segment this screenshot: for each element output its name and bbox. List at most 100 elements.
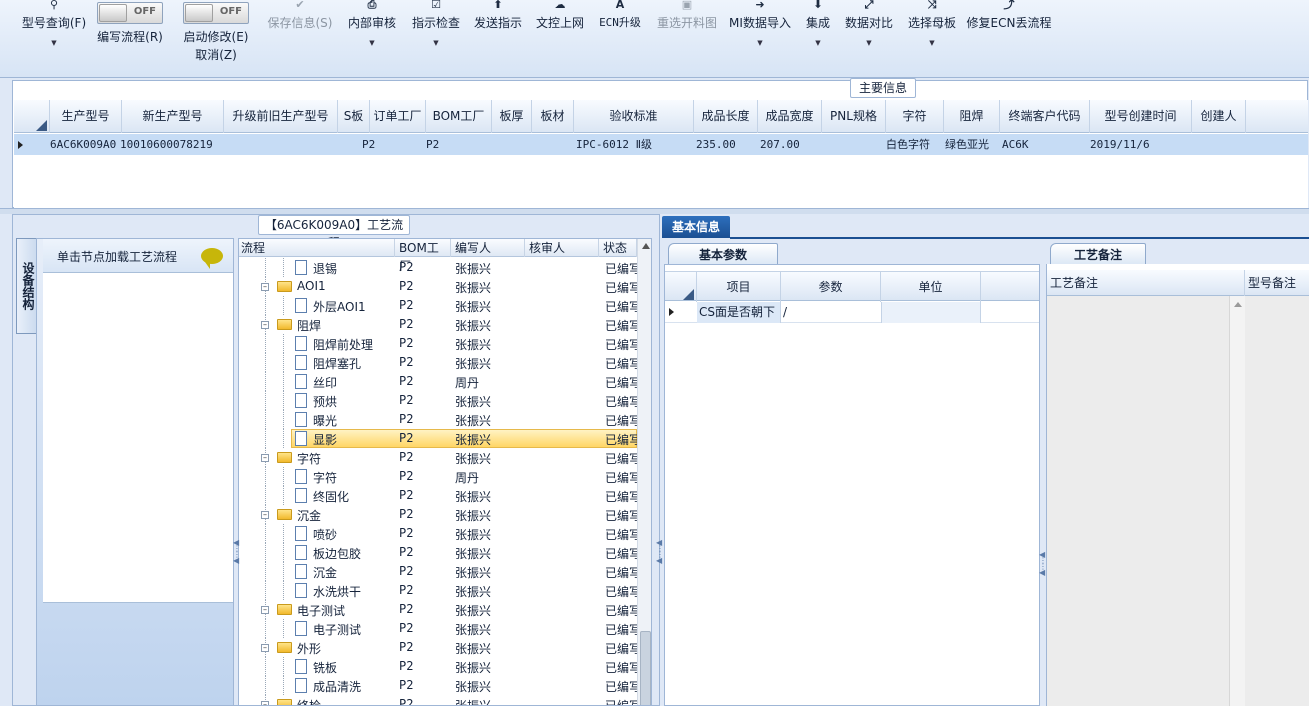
tree-row[interactable]: –终检P2张振兴已编写: [239, 695, 637, 705]
repair-ecn-button[interactable]: ⤴ 修复ECN丢流程: [966, 0, 1052, 70]
tree-row[interactable]: 丝印P2周丹已编写: [239, 372, 637, 391]
splitter-grip-icon[interactable]: ◀⋮⋮◀: [1039, 551, 1047, 577]
tree-row[interactable]: –电子测试P2张振兴已编写: [239, 600, 637, 619]
col-bom-factory[interactable]: BOM工厂: [395, 239, 451, 273]
col-width[interactable]: 成品宽度: [758, 100, 822, 133]
tree-row[interactable]: 预烘P2张振兴已编写: [239, 391, 637, 410]
collapse-icon[interactable]: –: [261, 644, 269, 652]
doc-control-upload-button[interactable]: ☁ 文控上网: [532, 0, 588, 70]
collapse-icon[interactable]: –: [261, 283, 269, 291]
select-motherboard-button[interactable]: ⤨ 选择母板 ▼: [904, 0, 960, 70]
col-order-factory[interactable]: 订单工厂: [370, 100, 426, 133]
checkbox-icon: ☑: [431, 0, 441, 11]
col-process[interactable]: 流程: [239, 239, 395, 257]
table-row[interactable]: CS面是否朝下 /: [665, 302, 1039, 323]
tree-row[interactable]: 阻焊前处理P2张振兴已编写: [239, 334, 637, 353]
col-old-model[interactable]: 升级前旧生产型号: [224, 100, 338, 133]
tree-row[interactable]: –外形P2张振兴已编写: [239, 638, 637, 657]
col-customer[interactable]: 终端客户代码: [1000, 100, 1090, 133]
tree-row[interactable]: 成品清洗P2张振兴已编写: [239, 676, 637, 695]
grid-corner[interactable]: [665, 272, 697, 302]
splitter-grip-icon[interactable]: ◀⋮⋮◀: [656, 539, 664, 565]
integrate-button[interactable]: ⬇ 集成 ▼: [800, 0, 836, 70]
tab-basic-info[interactable]: 基本信息: [662, 216, 730, 238]
send-instruction-button[interactable]: ⬆ 发送指示: [470, 0, 526, 70]
collapse-icon[interactable]: –: [261, 701, 269, 705]
col-bom-factory[interactable]: BOM工厂: [426, 100, 492, 133]
col-solder[interactable]: 阻焊: [944, 100, 1000, 133]
tree-row[interactable]: 外层AOI1P2张振兴已编写: [239, 296, 637, 315]
cancel-button[interactable]: 取消(Z): [180, 46, 252, 63]
process-note-text[interactable]: [1047, 296, 1245, 706]
wrench-icon: ⤴: [1003, 0, 1015, 11]
col-item[interactable]: 项目: [697, 272, 781, 302]
collapse-icon[interactable]: –: [261, 511, 269, 519]
collapse-icon[interactable]: –: [261, 606, 269, 614]
equipment-tree[interactable]: [43, 273, 233, 603]
start-modify-toggle[interactable]: OFF: [183, 2, 249, 24]
reselect-cutmap-button[interactable]: ▣ 重选开料图: [652, 0, 722, 70]
tab-equipment-structure[interactable]: 设备结构: [16, 238, 38, 334]
table-row[interactable]: 6AC6K009A0 10010600078219 P2 P2 IPC-6012…: [14, 134, 1308, 155]
tree-row[interactable]: 沉金P2张振兴已编写: [239, 562, 637, 581]
col-standard[interactable]: 验收标准: [574, 100, 694, 133]
param-value[interactable]: /: [783, 302, 879, 323]
tree-row[interactable]: 显影P2张振兴已编写: [239, 429, 637, 448]
corner-icon: [683, 289, 694, 300]
tree-row[interactable]: 喷砂P2张振兴已编写: [239, 524, 637, 543]
tree-row[interactable]: 电子测试P2张振兴已编写: [239, 619, 637, 638]
collapse-icon[interactable]: –: [261, 321, 269, 329]
mi-data-import-button[interactable]: ➜ MI数据导入 ▼: [726, 0, 794, 70]
tree-row[interactable]: 退锡P2张振兴已编写: [239, 258, 637, 277]
internal-audit-button[interactable]: ⎙ 内部审核 ▼: [344, 0, 400, 70]
col-created[interactable]: 型号创建时间: [1090, 100, 1192, 133]
tree-row[interactable]: 铣板P2张振兴已编写: [239, 657, 637, 676]
unit-value[interactable]: [881, 302, 981, 323]
col-material[interactable]: 板材: [532, 100, 574, 133]
col-unit[interactable]: 单位: [881, 272, 981, 302]
tree-row[interactable]: 水洗烘干P2张振兴已编写: [239, 581, 637, 600]
col-length[interactable]: 成品长度: [694, 100, 758, 133]
tree-row[interactable]: 阻焊塞孔P2张振兴已编写: [239, 353, 637, 372]
main-info-title: 主要信息: [850, 78, 916, 98]
note-scrollbar[interactable]: [1229, 296, 1245, 706]
tree-row[interactable]: –沉金P2张振兴已编写: [239, 505, 637, 524]
scroll-up-icon[interactable]: [642, 243, 650, 249]
model-query-button[interactable]: ⚲ 型号查询(F) ▼: [18, 0, 90, 70]
tree-row[interactable]: –字符P2张振兴已编写: [239, 448, 637, 467]
tree-row[interactable]: 字符P2周丹已编写: [239, 467, 637, 486]
splitter-grip-icon[interactable]: ◀⋮⋮◀: [233, 539, 241, 565]
col-param[interactable]: 参数: [781, 272, 881, 302]
process-title: 【6AC6K009A0】工艺流程: [258, 215, 410, 250]
col-creator[interactable]: 创建人: [1192, 100, 1246, 133]
tree-row[interactable]: 终固化P2张振兴已编写: [239, 486, 637, 505]
model-note-text[interactable]: [1245, 296, 1309, 706]
col-writer[interactable]: 编写人: [451, 239, 525, 257]
document-icon: [295, 374, 307, 389]
tree-row[interactable]: 曝光P2张振兴已编写: [239, 410, 637, 429]
grid-corner[interactable]: [14, 100, 50, 133]
scroll-thumb[interactable]: [640, 631, 651, 705]
printer-icon: ⎙: [367, 0, 377, 11]
col-status[interactable]: 状态: [599, 239, 637, 257]
tree-row[interactable]: –阻焊P2张振兴已编写: [239, 315, 637, 334]
tab-process-note[interactable]: 工艺备注: [1050, 243, 1146, 265]
col-thickness[interactable]: 板厚: [492, 100, 532, 133]
col-reviewer[interactable]: 核审人: [525, 239, 599, 257]
col-s-board[interactable]: S板: [338, 100, 370, 133]
ecn-upgrade-button[interactable]: A ECN升级: [594, 0, 646, 70]
tab-basic-params[interactable]: 基本参数: [668, 243, 778, 265]
tree-row[interactable]: 板边包胶P2张振兴已编写: [239, 543, 637, 562]
col-new-model[interactable]: 新生产型号: [122, 100, 224, 133]
col-model[interactable]: 生产型号: [50, 100, 122, 133]
col-pnl[interactable]: PNL规格: [822, 100, 886, 133]
tree-scrollbar[interactable]: [637, 239, 651, 705]
write-process-toggle[interactable]: OFF: [97, 2, 163, 24]
tree-row[interactable]: –AOI1P2张振兴已编写: [239, 277, 637, 296]
scroll-up-icon[interactable]: [1234, 302, 1242, 307]
col-char[interactable]: 字符: [886, 100, 944, 133]
instruction-check-button[interactable]: ☑ 指示检查 ▼: [408, 0, 464, 70]
data-compare-button[interactable]: ⤢ 数据对比 ▼: [840, 0, 898, 70]
save-info-button[interactable]: ✔ 保存信息(S): [264, 0, 336, 70]
collapse-icon[interactable]: –: [261, 454, 269, 462]
